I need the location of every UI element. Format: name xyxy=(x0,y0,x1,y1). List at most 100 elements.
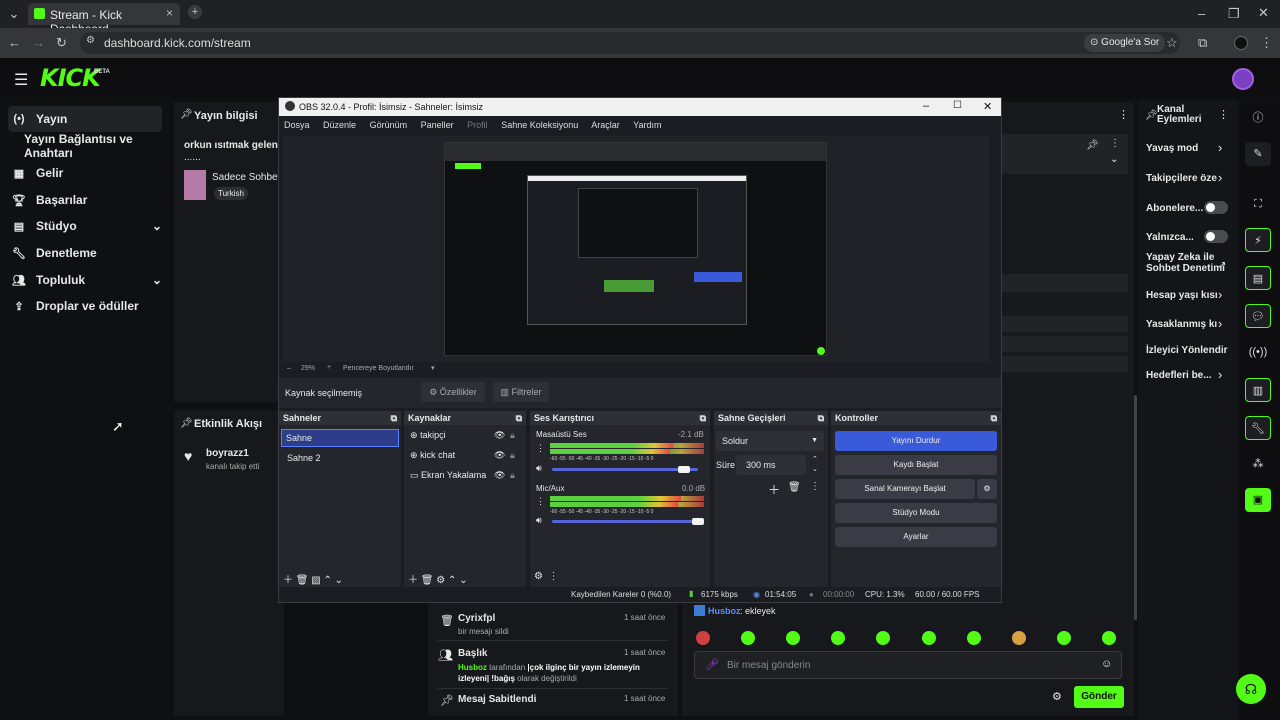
up-arrow-icon[interactable]: ⌃ xyxy=(324,575,332,586)
lock-icon[interactable]: 🔒︎ xyxy=(510,450,515,461)
new-tab-icon[interactable]: + xyxy=(188,5,202,19)
speaker-icon[interactable]: 🔊︎ xyxy=(536,463,542,474)
emote-icon[interactable] xyxy=(921,631,936,645)
chevron-right-icon[interactable]: › xyxy=(1218,316,1222,331)
volume-slider[interactable] xyxy=(552,468,698,471)
emote-icon[interactable] xyxy=(966,631,981,645)
dock-float-icon[interactable]: ⧉ xyxy=(516,411,522,425)
filters-button[interactable]: ▥ Filtreler xyxy=(493,382,549,402)
emote-icon[interactable] xyxy=(741,631,756,645)
zoom-out-icon[interactable]: – xyxy=(287,365,291,372)
nav-item-achievements[interactable]: 🏆︎ Başarılar xyxy=(8,187,162,213)
fit-window[interactable]: Pencereye Boyutlandır xyxy=(343,365,414,372)
chevron-right-icon[interactable]: › xyxy=(1218,287,1222,302)
duration-input[interactable]: 300 ms xyxy=(736,455,806,475)
microphone-icon[interactable]: 🎤︎ xyxy=(705,658,719,671)
more-options-icon[interactable]: ⋮ xyxy=(1110,138,1120,149)
down-arrow-icon[interactable]: ⌄ xyxy=(335,575,343,586)
ai-moderation-item[interactable]: Yapay Zeka ile Sohbet Denetimi xyxy=(1146,252,1226,274)
layout-icon[interactable]: ▥ xyxy=(1245,378,1271,402)
add-icon[interactable]: ＋ xyxy=(283,575,293,586)
nav-item-community[interactable]: 👥︎ Topluluk ⌄ xyxy=(8,267,162,293)
settings-button[interactable]: Ayarlar xyxy=(835,527,997,547)
emotes-toggle[interactable] xyxy=(1204,230,1228,243)
nav-item-stream[interactable]: (•) Yayın xyxy=(8,106,162,132)
scene-item-selected[interactable]: Sahne xyxy=(281,429,399,447)
chat-username[interactable]: Husboz xyxy=(708,606,741,616)
minimize-icon[interactable]: – xyxy=(923,100,929,112)
chevron-right-icon[interactable]: › xyxy=(1218,170,1222,185)
browser-tab[interactable]: Stream - Kick Dashboard × xyxy=(28,3,180,36)
send-button[interactable]: Gönder xyxy=(1074,686,1124,708)
menu-profile[interactable]: Profil xyxy=(467,120,488,130)
virtual-camera-button[interactable]: Sanal Kamerayı Başlat xyxy=(835,479,975,499)
emote-icon[interactable] xyxy=(696,631,710,645)
extension-icon[interactable]: ▣ xyxy=(1245,488,1271,512)
emote-icon[interactable] xyxy=(831,631,846,645)
reload-icon[interactable]: ↻ xyxy=(56,35,67,51)
studio-mode-button[interactable]: Stüdyo Modu xyxy=(835,503,997,523)
gear-icon[interactable]: ⚙ xyxy=(436,575,445,586)
goals-item[interactable]: Hedefleri be... xyxy=(1146,370,1226,381)
emote-icon[interactable] xyxy=(786,631,801,645)
menu-scene-collection[interactable]: Sahne Koleksiyonu xyxy=(501,120,578,130)
external-link-icon[interactable]: ↗ xyxy=(1218,260,1226,271)
tab-list-icon[interactable]: ⌄ xyxy=(6,6,22,22)
extensions-icon[interactable]: ⧉ xyxy=(1198,35,1207,51)
nav-item-studio[interactable]: ▤ Stüdyo ⌄ xyxy=(8,213,162,239)
minimize-icon[interactable]: – xyxy=(1198,6,1205,21)
visibility-eye-icon[interactable]: 👁︎ xyxy=(494,470,506,481)
menu-docks[interactable]: Paneller xyxy=(421,120,454,130)
transition-select[interactable]: Soldur ▼ xyxy=(716,431,824,451)
tab-close-icon[interactable]: × xyxy=(166,6,173,20)
visibility-eye-icon[interactable]: 👁︎ xyxy=(494,430,505,441)
viewer-redirect-item[interactable]: İzleyici Yönlendir xyxy=(1146,345,1236,356)
chevron-down-icon[interactable]: ⌄ xyxy=(1110,154,1118,165)
chevron-right-icon[interactable]: › xyxy=(1218,140,1222,155)
pin-icon[interactable]: 📌︎ xyxy=(1086,140,1099,151)
back-icon[interactable]: ← xyxy=(8,35,21,50)
dock-float-icon[interactable]: ⧉ xyxy=(391,411,397,425)
chevron-right-icon[interactable]: › xyxy=(1218,367,1222,382)
properties-button[interactable]: ⚙ Özellikler xyxy=(421,382,485,402)
edit-icon[interactable]: ✎ xyxy=(1245,142,1271,166)
nav-item-moderation[interactable]: 🔧︎ Denetleme xyxy=(8,240,162,266)
scene-item[interactable]: Sahne 2 xyxy=(281,449,399,467)
more-options-icon[interactable]: ⋮ xyxy=(536,443,545,454)
trash-icon[interactable]: 🗑︎ xyxy=(296,575,309,586)
document-icon[interactable]: ▤ xyxy=(1245,266,1271,290)
google-ask-button[interactable]: ⊙ Google'a Sor xyxy=(1084,34,1166,52)
lightning-icon[interactable]: ⚡︎ xyxy=(1245,228,1271,252)
category-name[interactable]: Sadece Sohbet xyxy=(212,172,280,183)
bookmark-star-icon[interactable]: ☆ xyxy=(1166,35,1178,51)
profile-avatar[interactable] xyxy=(1234,36,1248,50)
broadcast-icon[interactable]: ((•)) xyxy=(1245,340,1271,364)
account-age-item[interactable]: Hesap yaşı kısı xyxy=(1146,290,1226,301)
volume-knob[interactable] xyxy=(678,466,690,473)
stop-stream-button[interactable]: Yayını Durdur xyxy=(835,431,997,451)
menu-view[interactable]: Görünüm xyxy=(370,120,408,130)
emote-icon[interactable] xyxy=(876,631,891,645)
user-avatar[interactable] xyxy=(1232,68,1254,90)
close-window-icon[interactable]: ✕ xyxy=(1258,5,1269,21)
subscribers-toggle[interactable] xyxy=(1204,201,1228,214)
browser-menu-icon[interactable]: ⋮ xyxy=(1260,35,1273,51)
add-icon[interactable]: ＋ xyxy=(768,481,780,498)
up-arrow-icon[interactable]: ⌃ xyxy=(448,575,456,586)
more-options-icon[interactable]: ⋮ xyxy=(1218,108,1229,121)
more-options-icon[interactable]: ⋮ xyxy=(810,481,820,492)
activity-user[interactable]: boyrazz1 xyxy=(206,448,249,459)
add-icon[interactable]: ＋ xyxy=(408,575,418,586)
lock-icon[interactable]: 🔒︎ xyxy=(510,470,515,481)
source-item[interactable]: ⊕ kick chat 👁︎ 🔒︎ xyxy=(410,450,522,461)
close-icon[interactable]: ✕ xyxy=(983,100,992,113)
more-options-icon[interactable]: ⋮ xyxy=(1118,108,1129,121)
log-user[interactable]: Husboz xyxy=(458,663,487,672)
filter-icon[interactable]: ▧ xyxy=(311,575,320,586)
banned-words-item[interactable]: Yasaklanmış kı xyxy=(1146,319,1226,330)
scrollbar[interactable] xyxy=(1134,395,1137,620)
trash-icon[interactable]: 🗑︎ xyxy=(421,575,434,586)
chat-input[interactable]: 🎤︎ Bir mesaj gönderin ☺ xyxy=(694,651,1122,679)
stepper-down-icon[interactable]: ⌄ xyxy=(812,465,818,473)
kick-logo[interactable]: KICK xyxy=(40,64,101,92)
